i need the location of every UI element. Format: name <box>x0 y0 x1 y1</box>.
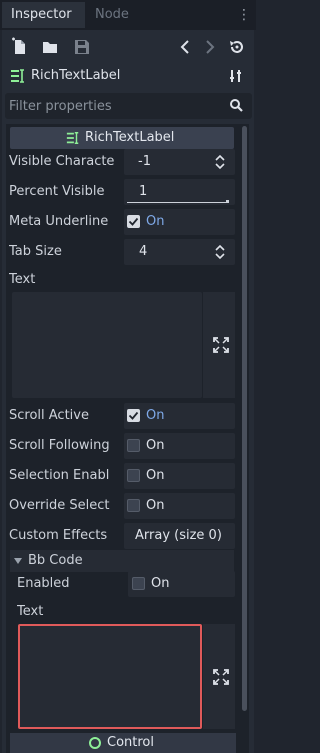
meta-underline-check-icon <box>127 215 140 228</box>
object-history-icon[interactable] <box>227 37 247 57</box>
bbcode-text-textarea[interactable] <box>18 624 202 729</box>
custom-effects-label: Custom Effects <box>9 528 108 543</box>
scroll-following-check-icon <box>127 439 140 452</box>
bbcode-enabled-state: On <box>151 576 170 591</box>
selection-enabled-label: Selection Enabl <box>9 468 110 483</box>
object-tools-icon[interactable] <box>228 68 244 84</box>
expand-icon <box>213 669 229 685</box>
tab-menu-icon[interactable]: ⋮ <box>236 6 252 24</box>
tab-size-value: 4 <box>139 244 148 259</box>
scroll-active-checkbox[interactable] <box>124 403 235 429</box>
custom-effects-value: Array (size 0) <box>135 528 222 543</box>
control-category-label: Control <box>107 735 154 750</box>
collapse-arrow-icon <box>14 558 22 564</box>
percent-visible-label: Percent Visible <box>9 184 105 199</box>
visible-characters-value: -1 <box>138 154 151 169</box>
bbcode-enabled-check-icon <box>132 577 145 590</box>
save-icon[interactable] <box>72 37 92 57</box>
override-selected-check-icon <box>127 499 140 512</box>
bbcode-title: Bb Code <box>28 553 83 568</box>
visible-characters-label: Visible Characte <box>9 154 115 169</box>
scroll-following-checkbox[interactable] <box>124 433 235 459</box>
scroll-active-label: Scroll Active <box>9 408 89 423</box>
override-selected-label: Override Select <box>9 498 110 513</box>
section-title: RichTextLabel <box>85 130 175 145</box>
percent-visible-value: 1 <box>139 184 148 199</box>
selection-enabled-check-icon <box>127 469 140 482</box>
spin-arrows-icon[interactable] <box>214 154 226 170</box>
richtextlabel-section-icon <box>66 132 79 144</box>
percent-visible-slider-grabber[interactable] <box>226 200 229 203</box>
vertical-scrollbar[interactable] <box>242 126 247 711</box>
tab-node[interactable]: Node <box>86 2 138 28</box>
new-resource-icon[interactable] <box>10 37 30 57</box>
selected-object-name: RichTextLabel <box>31 68 121 83</box>
percent-visible-slider-track <box>127 202 229 203</box>
bbcode-text-label: Text <box>17 604 44 619</box>
bbcode-enabled-label: Enabled <box>17 576 70 591</box>
search-icon <box>230 99 243 112</box>
meta-underline-checkbox[interactable] <box>124 209 235 235</box>
history-forward-icon[interactable] <box>199 37 219 57</box>
control-node-icon <box>89 737 101 749</box>
filter-properties-input[interactable] <box>9 98 219 115</box>
selection-enabled-state: On <box>146 468 165 483</box>
history-back-icon[interactable] <box>176 37 196 57</box>
scroll-active-state: On <box>146 408 165 423</box>
scroll-following-state: On <box>146 438 165 453</box>
open-folder-icon[interactable] <box>40 37 60 57</box>
meta-underline-state: On <box>146 214 165 229</box>
override-selected-checkbox[interactable] <box>124 493 235 519</box>
text-label: Text <box>9 272 36 287</box>
expand-icon <box>213 337 229 353</box>
scroll-following-label: Scroll Following <box>9 438 110 453</box>
tab-size-label: Tab Size <box>9 244 62 259</box>
spin-arrows-icon[interactable] <box>214 244 226 260</box>
selection-enabled-checkbox[interactable] <box>124 463 235 489</box>
richtextlabel-icon <box>11 69 24 83</box>
override-selected-state: On <box>146 498 165 513</box>
tab-inspector[interactable]: Inspector <box>2 2 85 28</box>
scroll-active-check-icon <box>127 409 140 422</box>
text-textarea[interactable] <box>12 292 202 398</box>
meta-underline-label: Meta Underline <box>9 214 109 229</box>
